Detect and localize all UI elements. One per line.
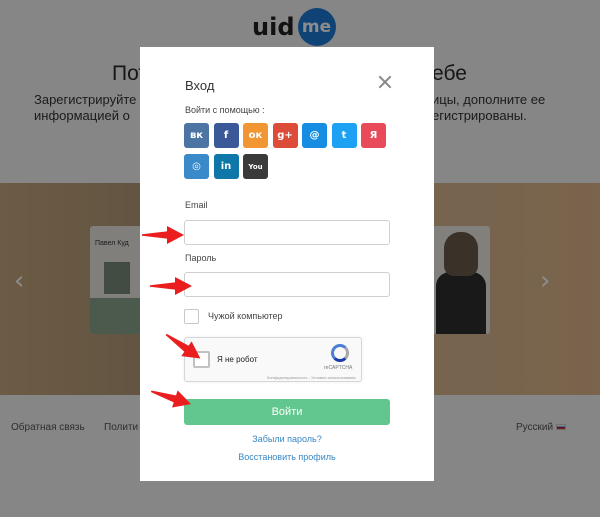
login-modal: Вход Войти с помощью : вк f ок g+ @ t Я ◎ in You … — [140, 47, 434, 481]
yandex-icon[interactable]: Я — [361, 123, 386, 148]
linkedin-icon[interactable]: in — [213, 154, 239, 179]
email-label: Email — [185, 200, 208, 210]
modal-title: Вход — [185, 78, 215, 93]
password-label: Пароль — [185, 253, 217, 263]
email-field[interactable] — [184, 220, 390, 245]
forgot-password-link[interactable]: Забыли пароль? — [140, 434, 434, 444]
vk-icon[interactable]: вк — [184, 123, 209, 148]
instagram-icon[interactable]: ◎ — [184, 154, 209, 179]
recaptcha-terms[interactable]: Конфиденциальность - Условия использован… — [267, 375, 356, 380]
password-field[interactable] — [184, 272, 390, 297]
recaptcha-label: Я не робот — [217, 355, 258, 364]
restore-profile-link[interactable]: Восстановить профиль — [140, 452, 434, 462]
foreign-computer-checkbox[interactable] — [184, 309, 199, 324]
annotation-arrow-email — [142, 226, 186, 244]
social-login-label: Войти с помощью : — [185, 105, 265, 115]
google-plus-icon[interactable]: g+ — [272, 123, 298, 148]
annotation-arrow-password — [150, 277, 194, 295]
odnoklassniki-icon[interactable]: ок — [243, 123, 268, 148]
mailru-icon[interactable]: @ — [302, 123, 327, 148]
twitter-icon[interactable]: t — [331, 123, 357, 148]
recaptcha-logo-icon — [331, 344, 349, 362]
close-icon[interactable] — [376, 73, 394, 91]
facebook-icon[interactable]: f — [213, 123, 239, 148]
youtube-icon[interactable]: You — [243, 154, 268, 179]
foreign-computer-label: Чужой компьютер — [208, 311, 283, 321]
recaptcha-widget: Я не робот reCAPTCHA Конфиденциальность … — [184, 337, 362, 382]
recaptcha-brand: reCAPTCHA — [324, 365, 353, 371]
login-button[interactable]: Войти — [184, 399, 390, 425]
